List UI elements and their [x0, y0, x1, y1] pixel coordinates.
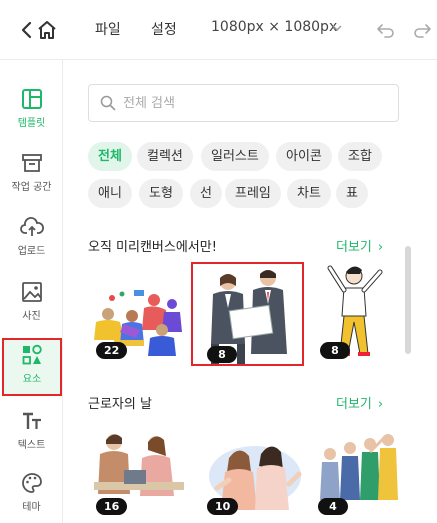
elements-icon: [22, 344, 42, 365]
left-sidebar: 템플릿 작업 공간 업로드 사진 요소 텍스트 테마: [0, 60, 63, 523]
item-count-badge: 8: [320, 342, 350, 359]
elements-panel: 전체 컬렉션 일러스트 아이콘 조합 애니 도형 선 프레임 차트 표 오직 미…: [64, 60, 437, 523]
section-title: 근로자의 날: [88, 397, 152, 412]
top-bar: 파일 설정 1080px × 1080px: [0, 0, 437, 60]
sidebar-item-template[interactable]: 템플릿: [0, 88, 63, 146]
upload-cloud-icon: [19, 217, 44, 236]
sidebar-item-label: 테마: [22, 502, 41, 513]
search-box: [88, 84, 399, 122]
chip-chart[interactable]: 차트: [287, 179, 331, 208]
item-count-badge: 22: [96, 342, 128, 359]
see-more-label: 더보기: [336, 397, 372, 412]
photo-icon: [21, 282, 42, 302]
chip-table[interactable]: 표: [336, 179, 368, 208]
back-arrow-icon[interactable]: [20, 20, 34, 40]
sidebar-item-upload[interactable]: 업로드: [0, 216, 63, 274]
sidebar-item-text[interactable]: 텍스트: [0, 410, 63, 468]
chip-animation[interactable]: 애니: [88, 179, 132, 208]
sidebar-item-label: 업로드: [17, 246, 46, 257]
scrollbar[interactable]: [405, 246, 411, 354]
chip-illustration[interactable]: 일러스트: [201, 142, 269, 171]
sidebar-item-workspace[interactable]: 작업 공간: [0, 152, 63, 210]
sidebar-item-label: 작업 공간: [11, 182, 52, 193]
file-menu[interactable]: 파일: [95, 19, 121, 39]
chevron-right-icon: ›: [377, 397, 384, 412]
item-count-badge: 10: [207, 498, 239, 515]
element-card-happy-women[interactable]: 10: [199, 430, 311, 523]
section-title: 오직 미리캔버스에서만!: [88, 240, 217, 255]
element-card-business-people[interactable]: 8: [191, 262, 304, 366]
item-count-badge: 4: [318, 498, 348, 515]
template-icon: [21, 89, 42, 109]
undo-icon[interactable]: [376, 20, 396, 40]
element-card-cheering-person[interactable]: 8: [314, 260, 400, 366]
text-icon: [22, 412, 41, 429]
sidebar-item-elements[interactable]: 요소: [2, 338, 62, 396]
home-icon[interactable]: [37, 19, 57, 41]
item-count-badge: 16: [96, 498, 128, 515]
chip-shape[interactable]: 도형: [139, 179, 183, 208]
element-card-group-workers[interactable]: 4: [310, 430, 400, 523]
redo-icon[interactable]: [412, 20, 432, 40]
search-input[interactable]: [123, 93, 383, 113]
search-icon: [100, 95, 116, 111]
canvas-size-selector[interactable]: 1080px × 1080px: [211, 19, 337, 35]
item-count-badge: 8: [207, 346, 237, 363]
workspace-icon: [21, 154, 42, 172]
settings-menu[interactable]: 설정: [151, 19, 177, 39]
chip-all[interactable]: 전체: [88, 142, 132, 171]
see-more-link[interactable]: 더보기 ›: [336, 393, 383, 412]
sidebar-item-label: 텍스트: [17, 440, 46, 451]
sidebar-item-photo[interactable]: 사진: [0, 281, 63, 339]
see-more-label: 더보기: [336, 240, 372, 255]
sidebar-item-label: 템플릿: [17, 118, 46, 129]
palette-icon: [21, 473, 42, 493]
chip-combination[interactable]: 조합: [338, 142, 382, 171]
sidebar-item-label: 사진: [22, 311, 41, 322]
see-more-link[interactable]: 더보기 ›: [336, 236, 383, 255]
element-card-office-workers[interactable]: 16: [84, 430, 196, 523]
chevron-right-icon: ›: [377, 240, 384, 255]
chip-collection[interactable]: 컬렉션: [137, 142, 193, 171]
chip-frame[interactable]: 프레임: [225, 179, 281, 208]
chip-icon[interactable]: 아이콘: [276, 142, 332, 171]
sidebar-item-label: 요소: [22, 374, 42, 385]
chevron-down-icon[interactable]: [331, 23, 343, 33]
chip-line[interactable]: 선: [190, 179, 222, 208]
element-card-team-celebration[interactable]: 22: [84, 260, 196, 366]
sidebar-item-theme[interactable]: 테마: [0, 472, 63, 523]
